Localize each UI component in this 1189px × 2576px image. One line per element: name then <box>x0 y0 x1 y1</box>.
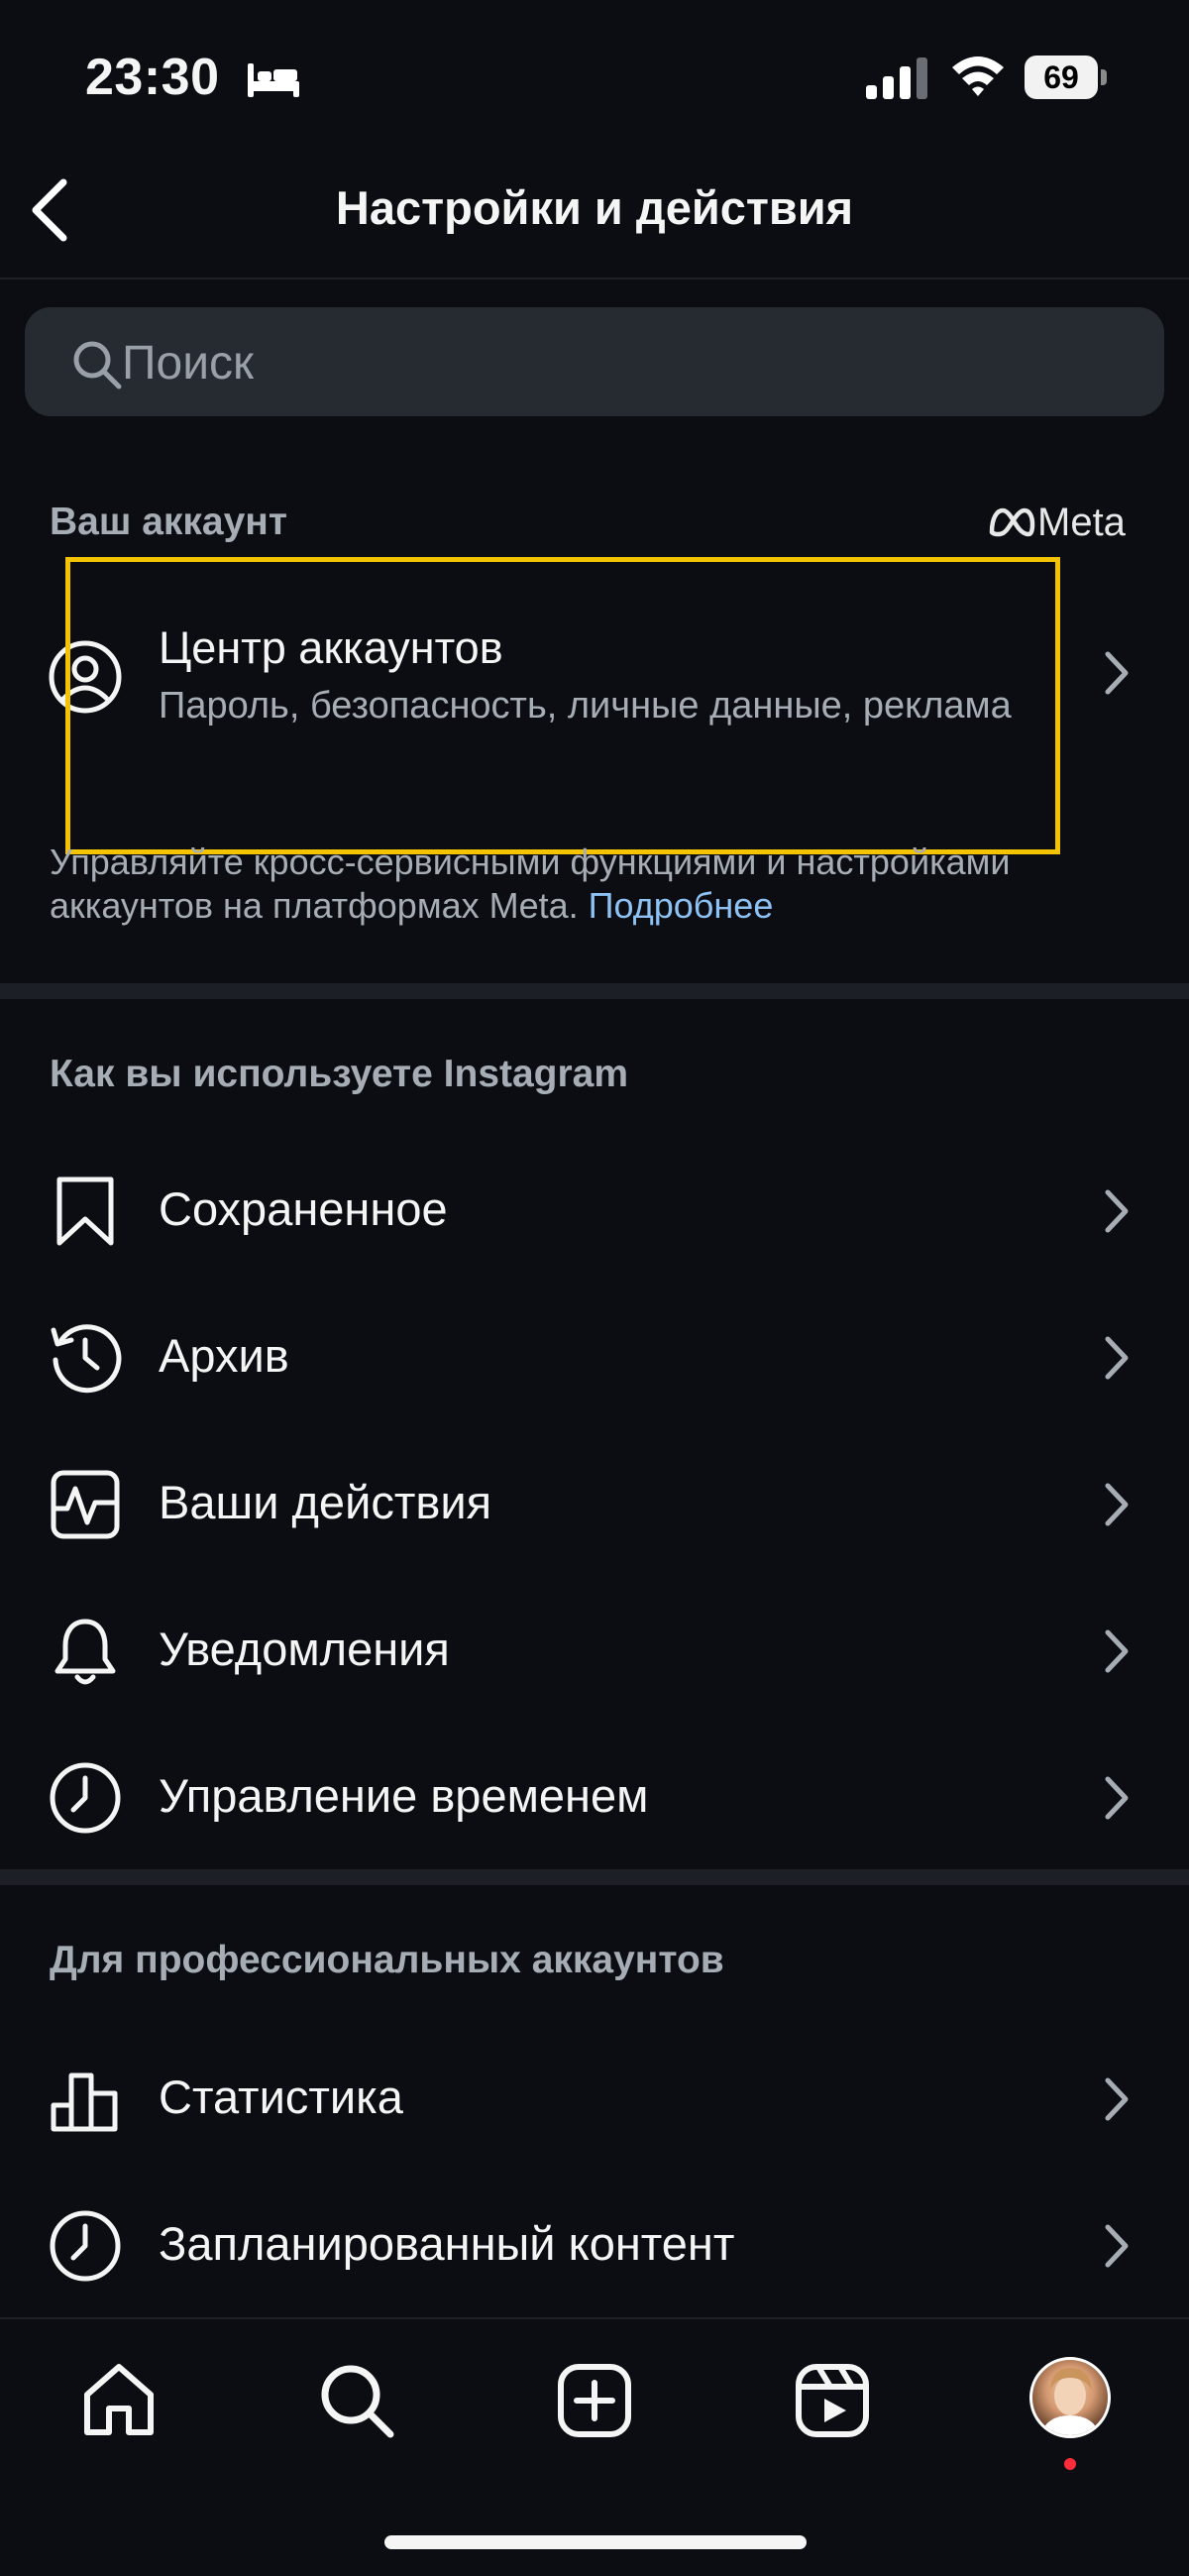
clock-icon <box>50 2210 121 2282</box>
page-title: Настройки и действия <box>335 181 854 234</box>
menu-item-label: Архив <box>159 1329 289 1382</box>
notification-dot <box>1064 2458 1076 2470</box>
section-title-usage: Как вы используете Instagram <box>50 1053 629 1095</box>
search-icon[interactable] <box>315 2359 398 2442</box>
bell-icon <box>54 1619 116 1685</box>
menu-item-archive[interactable]: Архив <box>0 1285 1189 1431</box>
section-divider <box>0 1869 1189 1885</box>
menu-item-label: Управление временем <box>159 1769 649 1822</box>
menu-item-time-management[interactable]: Управление временем <box>0 1725 1189 1871</box>
profile-avatar[interactable] <box>1029 2357 1111 2438</box>
search-input[interactable] <box>120 307 1135 418</box>
bookmark-icon <box>56 1176 114 1246</box>
activity-icon <box>51 1470 120 1539</box>
menu-item-saved[interactable]: Сохраненное <box>0 1138 1189 1285</box>
insights-icon <box>51 2072 118 2132</box>
chevron-right-icon <box>1105 2077 1129 2121</box>
menu-item-label: Статистика <box>159 2071 403 2123</box>
wifi-icon <box>952 56 1004 96</box>
chevron-right-icon <box>1105 1776 1129 1820</box>
meta-logo-text: Meta <box>1037 501 1126 544</box>
search-bar[interactable] <box>25 307 1164 418</box>
menu-item-scheduled-content[interactable]: Запланированный контент <box>0 2173 1189 2319</box>
chevron-right-icon <box>1105 1629 1129 1673</box>
meta-logo: Meta <box>986 501 1144 546</box>
battery-level: 69 <box>1043 59 1079 95</box>
status-time: 23:30 <box>85 49 220 106</box>
section-title-account: Ваш аккаунт <box>50 501 287 543</box>
clock-icon <box>50 1762 121 1834</box>
header-divider <box>0 278 1189 280</box>
section-divider <box>0 983 1189 999</box>
chevron-right-icon <box>1105 651 1129 695</box>
menu-item-insights[interactable]: Статистика <box>0 2026 1189 2173</box>
bottom-navigation <box>0 2317 1189 2576</box>
learn-more-link[interactable]: Подробнее <box>589 885 774 926</box>
reels-icon[interactable] <box>791 2359 874 2442</box>
meta-infinity-icon <box>989 507 1035 537</box>
menu-item-label: Запланированный контент <box>159 2217 735 2270</box>
archive-icon <box>51 1324 122 1394</box>
chevron-right-icon <box>1105 1189 1129 1233</box>
section-title-professional: Для профессиональных аккаунтов <box>50 1939 724 1981</box>
menu-item-label: Сохраненное <box>159 1182 448 1235</box>
cellular-signal-icon <box>866 57 927 99</box>
home-indicator <box>384 2535 807 2549</box>
menu-item-label: Уведомления <box>159 1623 450 1675</box>
chevron-right-icon <box>1105 2224 1129 2268</box>
menu-item-your-activity[interactable]: Ваши действия <box>0 1431 1189 1578</box>
menu-item-label: Ваши действия <box>159 1476 492 1528</box>
description-text: Управляйте кросс-сервисными функциями и … <box>50 841 1011 926</box>
create-icon[interactable] <box>553 2359 636 2442</box>
chevron-right-icon <box>1105 1336 1129 1380</box>
search-icon <box>73 341 122 390</box>
battery-indicator: 69 <box>1025 56 1108 99</box>
accounts-center-description: Управляйте кросс-сервисными функциями и … <box>50 840 1149 928</box>
menu-item-notifications[interactable]: Уведомления <box>0 1578 1189 1725</box>
highlight-box <box>65 557 1060 854</box>
sleep-bed-icon <box>248 63 299 97</box>
chevron-right-icon <box>1105 1483 1129 1526</box>
home-icon[interactable] <box>77 2359 161 2442</box>
